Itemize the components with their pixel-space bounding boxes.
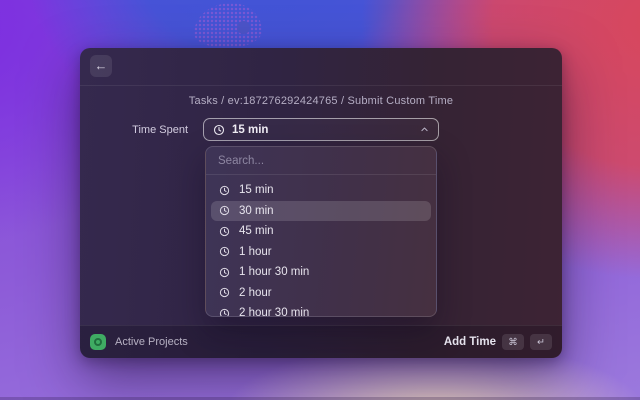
option-45-min[interactable]: 45 min [211, 221, 431, 242]
clock-icon [219, 246, 230, 257]
back-arrow-icon: ← [94, 58, 108, 73]
option-label: 1 hour 30 min [239, 266, 310, 279]
return-key-icon: ↵ [530, 334, 552, 350]
modal-header: ← [80, 48, 562, 86]
active-projects-ring [94, 338, 102, 346]
option-label: 15 min [239, 184, 274, 197]
option-2-hour[interactable]: 2 hour [211, 283, 431, 304]
option-label: 30 min [239, 204, 274, 217]
search-row [206, 147, 436, 175]
active-projects-icon [90, 334, 106, 350]
back-button[interactable]: ← [90, 55, 112, 77]
submit-custom-time-modal: ← Tasks / ev:187276292424765 / Submit Cu… [80, 48, 562, 358]
option-2-hour-30-min[interactable]: 2 hour 30 min [211, 303, 431, 317]
clock-icon [219, 205, 230, 216]
active-projects-label: Active Projects [115, 336, 188, 348]
time-spent-label: Time Spent [132, 124, 188, 136]
clock-icon [213, 124, 225, 136]
clock-icon [219, 226, 230, 237]
clock-icon [219, 308, 230, 316]
modal-footer: Active Projects Add Time ⌘ ↵ [80, 325, 562, 358]
clock-icon [219, 267, 230, 278]
chevron-up-icon [420, 125, 429, 134]
option-label: 2 hour 30 min [239, 307, 310, 317]
add-time-button[interactable]: Add Time [444, 336, 496, 348]
selected-value: 15 min [232, 123, 269, 136]
options-list: 15 min 30 min 45 min 1 hour 1 hour 30 mi… [206, 175, 436, 317]
option-15-min[interactable]: 15 min [211, 180, 431, 201]
clock-icon [219, 287, 230, 298]
option-1-hour-30-min[interactable]: 1 hour 30 min [211, 262, 431, 283]
breadcrumb: Tasks / ev:187276292424765 / Submit Cust… [188, 95, 454, 107]
search-input[interactable] [218, 154, 424, 167]
time-options-dropdown: 15 min 30 min 45 min 1 hour 1 hour 30 mi… [205, 146, 437, 317]
clock-icon [219, 185, 230, 196]
command-key-icon: ⌘ [502, 334, 524, 350]
option-label: 45 min [239, 225, 274, 238]
option-1-hour[interactable]: 1 hour [211, 242, 431, 263]
option-label: 2 hour [239, 286, 272, 299]
wallpaper-blob-hole [237, 21, 250, 34]
wallpaper-blob [194, 3, 262, 48]
option-30-min[interactable]: 30 min [211, 200, 431, 221]
time-spent-select[interactable]: 15 min [203, 118, 439, 141]
option-label: 1 hour [239, 245, 272, 258]
footer-actions: Add Time ⌘ ↵ [444, 334, 552, 350]
